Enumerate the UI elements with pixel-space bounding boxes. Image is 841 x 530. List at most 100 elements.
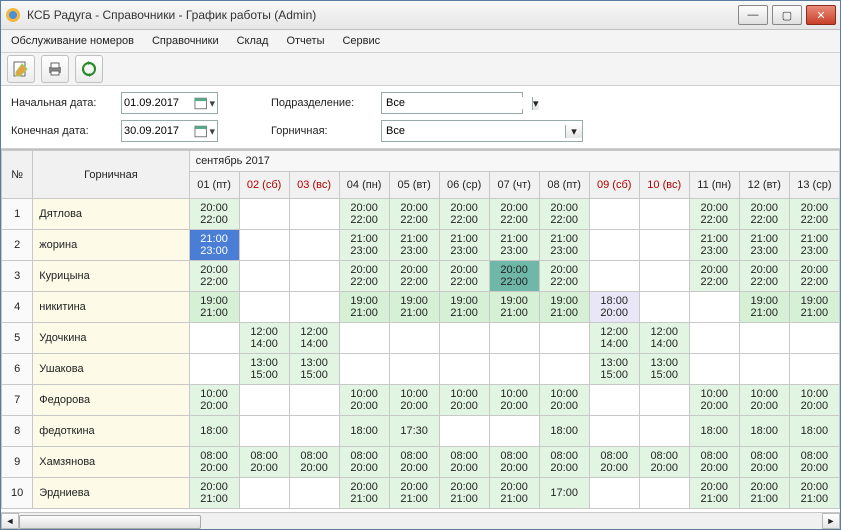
schedule-cell[interactable] bbox=[789, 323, 839, 354]
schedule-cell[interactable]: 20:0021:00 bbox=[389, 478, 439, 509]
schedule-cell[interactable]: 10:0020:00 bbox=[689, 385, 739, 416]
schedule-cell[interactable] bbox=[239, 261, 289, 292]
schedule-cell[interactable]: 08:0020:00 bbox=[689, 447, 739, 478]
scroll-track[interactable] bbox=[19, 514, 822, 528]
col-header-day[interactable]: 08 (пт) bbox=[539, 172, 589, 199]
chevron-down-icon[interactable]: ▾ bbox=[207, 97, 217, 110]
schedule-cell[interactable]: 18:00 bbox=[339, 416, 389, 447]
col-header-day[interactable]: 02 (сб) bbox=[239, 172, 289, 199]
schedule-cell[interactable]: 08:0020:00 bbox=[739, 447, 789, 478]
menu-service-rooms[interactable]: Обслуживание номеров bbox=[11, 35, 134, 47]
schedule-cell[interactable]: 19:0021:00 bbox=[489, 292, 539, 323]
schedule-cell[interactable] bbox=[439, 323, 489, 354]
start-date-field[interactable] bbox=[122, 97, 192, 109]
col-header-day[interactable]: 05 (вт) bbox=[389, 172, 439, 199]
schedule-cell[interactable] bbox=[539, 354, 589, 385]
schedule-cell[interactable]: 18:00 bbox=[789, 416, 839, 447]
schedule-cell[interactable]: 20:0021:00 bbox=[689, 478, 739, 509]
schedule-cell[interactable]: 20:0022:00 bbox=[439, 261, 489, 292]
schedule-cell[interactable]: 19:0021:00 bbox=[189, 292, 239, 323]
schedule-cell[interactable]: 20:0022:00 bbox=[539, 261, 589, 292]
schedule-cell[interactable]: 10:0020:00 bbox=[539, 385, 589, 416]
schedule-cell[interactable] bbox=[589, 416, 639, 447]
schedule-cell[interactable]: 10:0020:00 bbox=[189, 385, 239, 416]
end-date-field[interactable] bbox=[122, 125, 192, 137]
schedule-cell[interactable] bbox=[589, 199, 639, 230]
schedule-cell[interactable] bbox=[689, 323, 739, 354]
maid-combo[interactable]: ▾ bbox=[381, 120, 583, 142]
schedule-cell[interactable] bbox=[289, 230, 339, 261]
schedule-cell[interactable]: 20:0022:00 bbox=[489, 261, 539, 292]
chevron-down-icon[interactable]: ▾ bbox=[565, 125, 582, 138]
schedule-cell[interactable]: 13:0015:00 bbox=[639, 354, 689, 385]
print-button[interactable] bbox=[41, 55, 69, 83]
schedule-cell[interactable]: 08:0020:00 bbox=[539, 447, 589, 478]
schedule-cell[interactable] bbox=[639, 199, 689, 230]
schedule-cell[interactable]: 21:0023:00 bbox=[439, 230, 489, 261]
schedule-cell[interactable] bbox=[689, 354, 739, 385]
col-header-num[interactable]: № bbox=[2, 151, 33, 199]
schedule-cell[interactable] bbox=[639, 385, 689, 416]
schedule-cell[interactable] bbox=[289, 292, 339, 323]
schedule-cell[interactable]: 17:00 bbox=[539, 478, 589, 509]
schedule-cell[interactable]: 21:0023:00 bbox=[189, 230, 239, 261]
schedule-cell[interactable] bbox=[339, 323, 389, 354]
schedule-cell[interactable]: 13:0015:00 bbox=[289, 354, 339, 385]
schedule-cell[interactable]: 20:0021:00 bbox=[489, 478, 539, 509]
schedule-cell[interactable]: 18:00 bbox=[539, 416, 589, 447]
schedule-cell[interactable] bbox=[639, 230, 689, 261]
schedule-cell[interactable]: 20:0021:00 bbox=[339, 478, 389, 509]
scroll-thumb[interactable] bbox=[19, 515, 201, 529]
start-date-input[interactable]: ▾ bbox=[121, 92, 218, 114]
schedule-cell[interactable]: 20:0022:00 bbox=[739, 199, 789, 230]
schedule-cell[interactable]: 13:0015:00 bbox=[239, 354, 289, 385]
schedule-cell[interactable] bbox=[739, 323, 789, 354]
schedule-cell[interactable] bbox=[389, 354, 439, 385]
schedule-cell[interactable]: 20:0022:00 bbox=[689, 199, 739, 230]
schedule-cell[interactable]: 20:0022:00 bbox=[389, 261, 439, 292]
schedule-cell[interactable]: 18:00 bbox=[739, 416, 789, 447]
schedule-cell[interactable]: 12:0014:00 bbox=[239, 323, 289, 354]
col-header-day[interactable]: 07 (чт) bbox=[489, 172, 539, 199]
schedule-cell[interactable]: 20:0022:00 bbox=[339, 261, 389, 292]
maid-field[interactable] bbox=[382, 125, 565, 137]
schedule-cell[interactable] bbox=[339, 354, 389, 385]
schedule-cell[interactable]: 08:0020:00 bbox=[189, 447, 239, 478]
schedule-cell[interactable] bbox=[639, 292, 689, 323]
schedule-cell[interactable] bbox=[189, 354, 239, 385]
schedule-cell[interactable] bbox=[589, 385, 639, 416]
schedule-cell[interactable]: 19:0021:00 bbox=[339, 292, 389, 323]
schedule-cell[interactable] bbox=[239, 416, 289, 447]
schedule-cell[interactable]: 12:0014:00 bbox=[289, 323, 339, 354]
schedule-cell[interactable]: 12:0014:00 bbox=[639, 323, 689, 354]
menu-reports[interactable]: Отчеты bbox=[286, 35, 324, 47]
department-combo[interactable]: ▾ bbox=[381, 92, 523, 114]
schedule-cell[interactable] bbox=[639, 261, 689, 292]
end-date-input[interactable]: ▾ bbox=[121, 120, 218, 142]
schedule-cell[interactable]: 21:0023:00 bbox=[689, 230, 739, 261]
col-header-day[interactable]: 04 (пн) bbox=[339, 172, 389, 199]
schedule-cell[interactable] bbox=[239, 385, 289, 416]
menu-tools[interactable]: Сервис bbox=[342, 35, 380, 47]
col-header-day[interactable]: 03 (вс) bbox=[289, 172, 339, 199]
close-button[interactable]: ✕ bbox=[806, 5, 836, 25]
schedule-cell[interactable] bbox=[239, 292, 289, 323]
schedule-cell[interactable] bbox=[489, 354, 539, 385]
schedule-cell[interactable]: 08:0020:00 bbox=[239, 447, 289, 478]
schedule-cell[interactable]: 10:0020:00 bbox=[339, 385, 389, 416]
col-header-name[interactable]: Горничная bbox=[33, 151, 189, 199]
schedule-cell[interactable]: 10:0020:00 bbox=[489, 385, 539, 416]
schedule-cell[interactable]: 10:0020:00 bbox=[389, 385, 439, 416]
menu-references[interactable]: Справочники bbox=[152, 35, 219, 47]
horizontal-scrollbar[interactable]: ◄ ► bbox=[1, 512, 840, 529]
col-header-day[interactable]: 13 (ср) bbox=[789, 172, 839, 199]
schedule-cell[interactable] bbox=[489, 323, 539, 354]
schedule-cell[interactable] bbox=[689, 292, 739, 323]
maximize-button[interactable]: ▢ bbox=[772, 5, 802, 25]
schedule-cell[interactable]: 08:0020:00 bbox=[489, 447, 539, 478]
schedule-cell[interactable]: 21:0023:00 bbox=[789, 230, 839, 261]
schedule-cell[interactable] bbox=[489, 416, 539, 447]
schedule-cell[interactable]: 19:0021:00 bbox=[789, 292, 839, 323]
schedule-cell[interactable]: 19:0021:00 bbox=[389, 292, 439, 323]
schedule-cell[interactable]: 20:0022:00 bbox=[539, 199, 589, 230]
